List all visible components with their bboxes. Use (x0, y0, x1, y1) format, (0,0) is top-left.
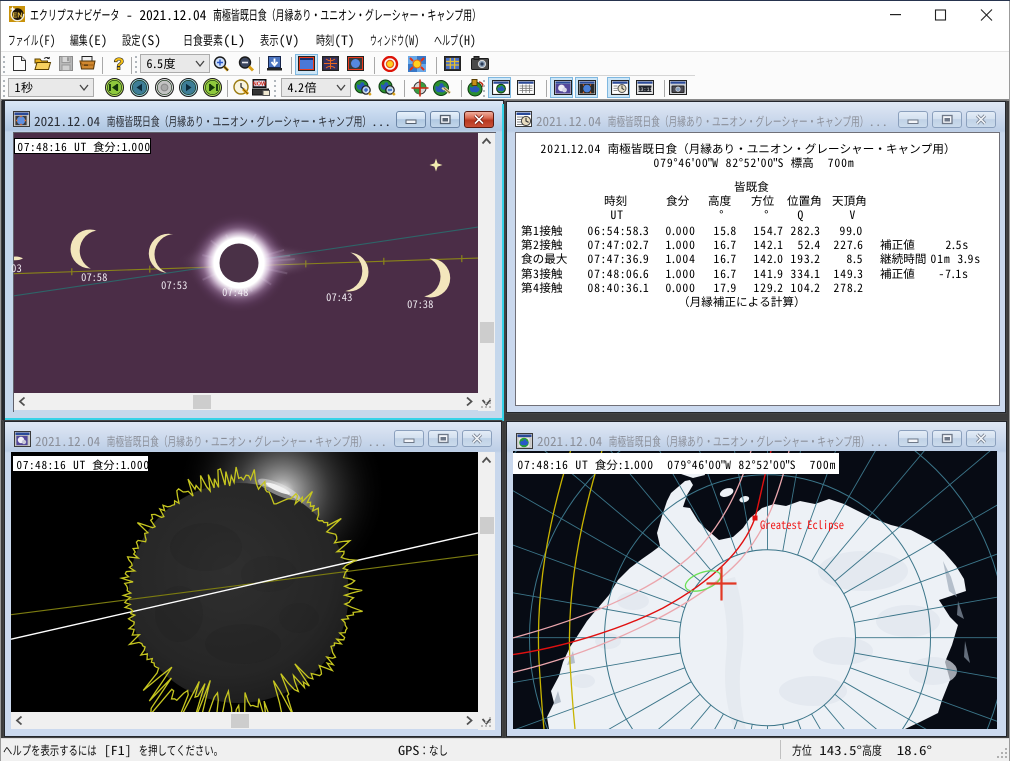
svg-text:EN: EN (12, 11, 22, 20)
svg-text:?: ? (114, 56, 124, 71)
svg-text:13:11: 13:11 (637, 87, 653, 93)
svg-text:NOW: NOW (253, 82, 267, 88)
